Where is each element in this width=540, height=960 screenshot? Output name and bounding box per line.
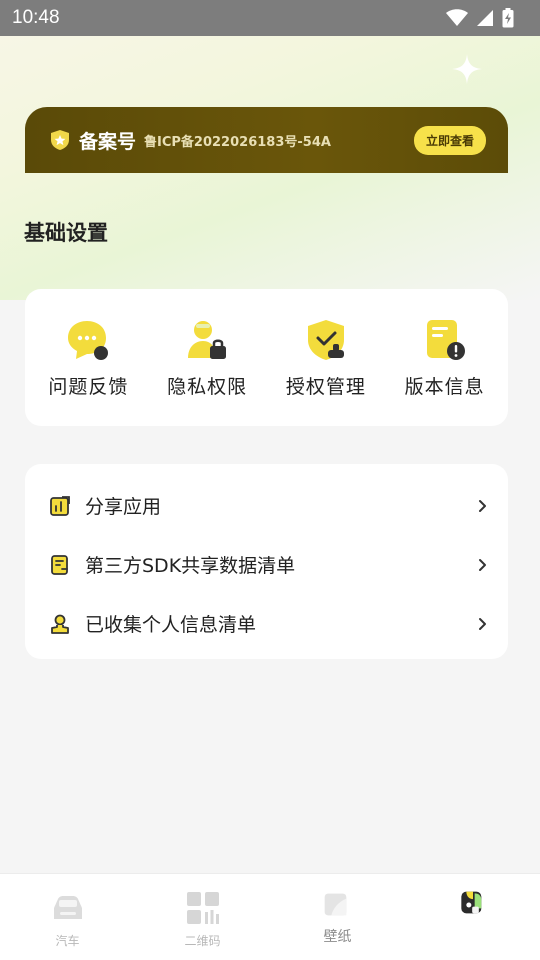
- nav-tab-car[interactable]: 汽车: [18, 890, 118, 949]
- list-item-personal-info[interactable]: 已收集个人信息清单: [25, 594, 508, 653]
- list-label-personal-info: 已收集个人信息清单: [85, 614, 257, 636]
- chevron-right-icon: [479, 558, 486, 571]
- nav-label-qrcode: 二维码: [184, 934, 221, 948]
- grid-item-feedback[interactable]: 问题反馈: [32, 316, 144, 399]
- version-info-icon: [426, 320, 465, 360]
- grid-label-version: 版本信息: [404, 376, 485, 398]
- grid-item-authorization[interactable]: 授权管理: [270, 316, 382, 399]
- section-title: 基础设置: [24, 221, 108, 245]
- status-icons: [446, 8, 514, 28]
- nav-tab-qrcode[interactable]: 二维码: [153, 890, 253, 949]
- nav-tab-profile[interactable]: [423, 890, 523, 920]
- feedback-icon: [68, 321, 109, 360]
- icp-banner: 备案号 鲁ICP备2022026183号-54A 立即查看: [25, 107, 508, 173]
- car-icon: [53, 896, 82, 919]
- nav-tab-wallpaper[interactable]: 壁纸: [288, 890, 388, 946]
- grid-label-privacy: 隐私权限: [167, 376, 248, 398]
- chevron-right-icon: [479, 499, 486, 512]
- chevron-right-icon: [479, 617, 486, 630]
- profile-icon: [460, 891, 481, 914]
- sdk-list-icon: [51, 554, 68, 575]
- list-label-sdk-data: 第三方SDK共享数据清单: [85, 555, 296, 577]
- nav-label-wallpaper: 壁纸: [323, 929, 352, 945]
- settings-grid-card: 问题反馈 隐私权限 授权管理 版本信息: [25, 289, 508, 426]
- icp-number: 鲁ICP备2022026183号-54A: [144, 134, 331, 150]
- battery-icon: [502, 8, 514, 28]
- bottom-navigation: 汽车 二维码 壁纸: [0, 873, 540, 960]
- nav-label-car: 汽车: [55, 934, 80, 948]
- wallpaper-icon: [324, 893, 346, 916]
- authorization-icon: [307, 320, 344, 360]
- personal-info-icon: [51, 614, 69, 634]
- grid-item-version[interactable]: 版本信息: [389, 316, 501, 399]
- grid-item-privacy[interactable]: 隐私权限: [151, 316, 263, 399]
- grid-label-feedback: 问题反馈: [48, 376, 129, 398]
- wifi-icon: [446, 9, 468, 26]
- shield-badge-icon: [51, 130, 69, 150]
- list-item-sdk-data[interactable]: 第三方SDK共享数据清单: [25, 535, 508, 594]
- view-now-button[interactable]: 立即查看: [413, 125, 486, 155]
- status-time: 10:48: [12, 7, 60, 28]
- grid-label-authorization: 授权管理: [285, 376, 366, 398]
- list-item-share-app[interactable]: 分享应用: [25, 476, 508, 535]
- privacy-icon: [188, 321, 227, 359]
- settings-list-card: 分享应用 第三方SDK共享数据清单 已收集个人信息清单: [25, 464, 508, 659]
- signal-icon: [477, 10, 493, 26]
- icp-title: 备案号: [79, 130, 137, 153]
- sparkle-icon: [452, 54, 482, 84]
- qrcode-icon: [186, 892, 219, 924]
- share-icon: [50, 495, 70, 516]
- list-label-share-app: 分享应用: [85, 496, 162, 518]
- status-bar: 10:48: [0, 0, 540, 36]
